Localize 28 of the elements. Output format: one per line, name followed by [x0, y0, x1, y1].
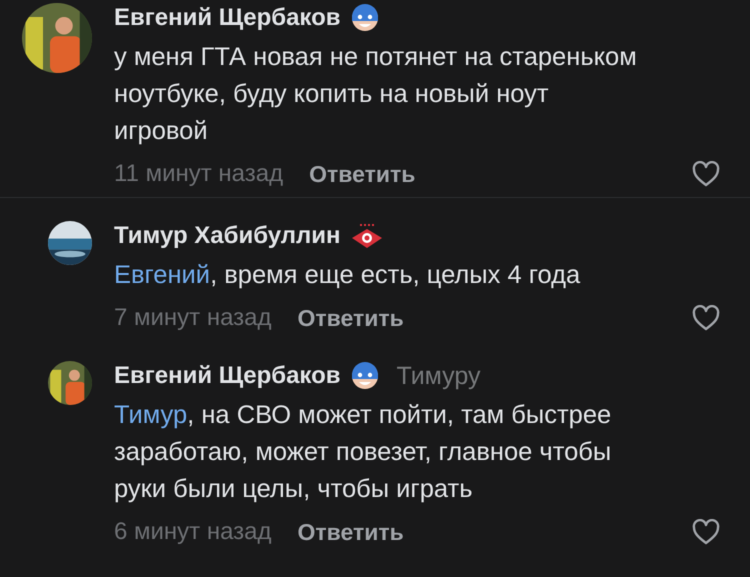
comment-text: ноутбуке, буду копить на новый ноут	[114, 79, 550, 110]
heart-icon	[692, 161, 720, 187]
reply-to-name[interactable]: Тимуру	[396, 362, 480, 390]
reply-button[interactable]: Ответить	[298, 518, 404, 546]
author-name[interactable]: Тимур Хабибуллин	[114, 222, 341, 250]
author-name[interactable]: Евгений Щербаков	[114, 362, 341, 390]
comment-time: 11 минут назад	[114, 160, 284, 188]
comment-text: Евгений, время еще есть, целых 4 года	[114, 260, 582, 291]
comment-time: 7 минут назад	[114, 304, 272, 332]
author-name[interactable]: Евгений Щербаков	[114, 4, 341, 32]
heart-icon	[692, 305, 720, 331]
comment-text: Тимур, на СВО может пойти, там быстрее	[114, 400, 612, 431]
mask-badge-icon	[350, 361, 379, 391]
like-button[interactable]	[692, 161, 720, 187]
comment-text: руки были целы, чтобы играть	[114, 474, 474, 505]
comment-text: у меня ГТА новая не потянет на стареньком	[114, 42, 638, 73]
comment-text: игровой	[114, 116, 209, 147]
heart-icon	[692, 519, 720, 545]
mask-badge-icon	[350, 3, 379, 33]
comment-text: заработаю, может повезет, главное чтобы	[114, 437, 612, 468]
comment-time: 6 минут назад	[114, 518, 272, 546]
mention-link[interactable]: Тимур	[114, 401, 188, 429]
diamond-emblem-icon	[350, 223, 383, 249]
like-button[interactable]	[692, 305, 720, 331]
reply-button[interactable]: Ответить	[309, 160, 416, 188]
mention-link[interactable]: Евгений	[114, 261, 210, 289]
like-button[interactable]	[692, 519, 720, 545]
reply-button[interactable]: Ответить	[298, 304, 404, 332]
